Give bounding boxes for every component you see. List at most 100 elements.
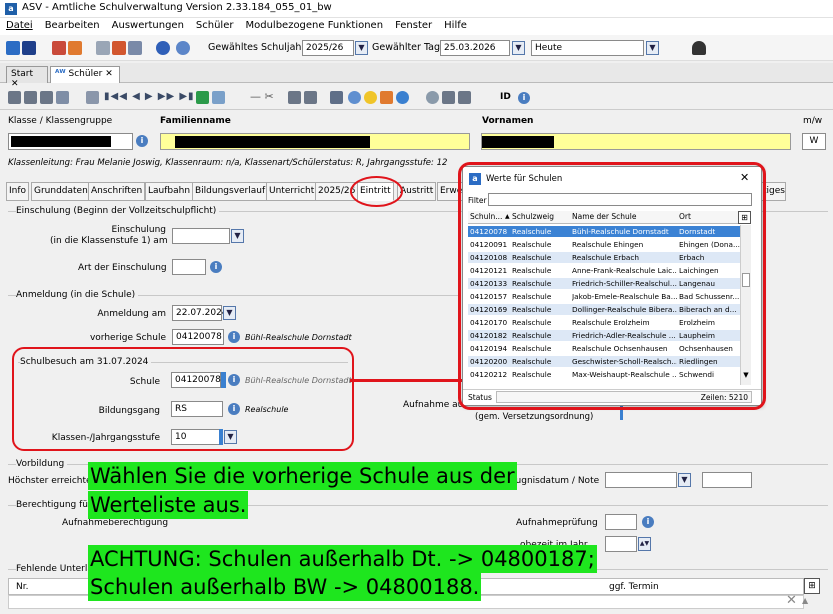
menu-hilfe[interactable]: Hilfe [438,18,473,31]
redacted-block [11,136,111,147]
subtab-bildungsverlauf[interactable]: Bildungsverlauf [192,182,269,201]
menu-modulbezogene[interactable]: Modulbezogene Funktionen [239,18,389,31]
flash-icon[interactable] [128,41,142,55]
chevron-down-icon[interactable]: ▼ [355,41,368,55]
menu-auswertungen[interactable]: Auswertungen [106,18,190,31]
close-icon[interactable]: ✕ [786,594,800,608]
warning-line-2: Schulen außerhalb BW -> 04800188. [88,573,482,601]
familienname-field[interactable] [160,133,470,150]
popup-highlight [458,162,766,410]
export-icon[interactable] [68,41,82,55]
info-icon[interactable]: i [210,261,222,273]
vornamen-field[interactable] [481,133,791,150]
new-icon[interactable] [8,91,21,104]
mw-field[interactable]: W [802,133,826,150]
menu-datei[interactable]: Datei [0,18,39,31]
schuljahr-select[interactable]: 2025/26 [302,40,354,56]
menu-fenster[interactable]: Fenster [389,18,438,31]
heute-select[interactable]: Heute [531,40,644,56]
subtab-anschriften[interactable]: Anschriften [88,182,146,201]
menu-schueler[interactable]: Schüler [190,18,240,31]
aufnahmepruefung-field[interactable] [605,514,637,530]
info-icon[interactable]: i [136,135,148,147]
versetzung-label: (gem. Versetzungsordnung) [475,412,594,422]
chevron-down-icon[interactable]: ▼ [646,41,659,55]
art-einschulung-field[interactable] [172,259,206,275]
chevron-down-icon[interactable]: ▼ [678,473,691,487]
note-field[interactable] [702,472,752,488]
aufnahme-label: Aufnahme au [403,400,464,410]
close-icon[interactable]: ✕ [105,69,113,79]
spinner-icon[interactable]: ▲▼ [638,537,651,551]
print-icon[interactable] [330,91,343,104]
clock-icon[interactable] [396,91,409,104]
klassenleitung-text: Klassenleitung: Frau Melanie Joswig, Kla… [8,158,448,168]
vorherige-schule-name: Bühl-Realschule Dornstadt [245,333,352,342]
hint-line-2: Werteliste aus. [88,491,249,519]
redacted-block [482,136,554,148]
tab-start[interactable]: Start ✕ [6,66,48,89]
tag-icon[interactable] [380,91,393,104]
undo-icon[interactable] [40,91,53,104]
connector-line [350,379,465,382]
subtab-laufbahn[interactable]: Laufbahn [145,182,194,201]
copy-icon[interactable] [288,91,301,104]
grid-icon[interactable] [442,91,455,104]
schuljahr-label: Gewähltes Schuljahr [208,42,306,53]
subtab-grunddaten[interactable]: Grunddaten [31,182,91,201]
id-label: ID [500,92,511,102]
save-icon[interactable] [24,91,37,104]
students-icon: ᴬᵂ [55,69,66,79]
bulb-icon[interactable] [364,91,377,104]
eintritt-highlight [350,176,403,207]
scissors-icon[interactable]: — ✂ [250,90,274,103]
info-icon[interactable]: i [642,516,654,528]
list-icon[interactable] [86,91,99,104]
record-toolbar: ▮◀◀ ◀ ▶ ▶▶ ▶▮ — ✂ ID i [0,86,833,110]
report-icon[interactable] [52,41,66,55]
grid-icon[interactable] [22,41,36,55]
subtab-unterricht[interactable]: Unterricht [266,182,318,201]
navigation-icon[interactable]: ▮◀◀ ◀ ▶ ▶▶ ▶▮ [104,91,195,102]
export-icon[interactable] [458,91,471,104]
chevron-down-icon[interactable]: ▼ [231,229,244,243]
art-einschulung-label: Art der Einschulung [78,263,167,273]
spinner-icon[interactable]: ▲ [802,596,812,606]
vornamen-label: Vornamen [482,116,534,126]
delete-icon[interactable] [56,91,69,104]
info-icon[interactable]: i [228,331,240,343]
column-termin: ggf. Termin [609,582,659,592]
zeugnisdatum-label: eugnisdatum / Note [510,476,600,486]
vorherige-schule-field[interactable]: 04120078 [172,329,224,345]
info-icon[interactable]: i [518,92,530,104]
bell-icon[interactable] [692,41,706,55]
app-icon: a [5,3,17,15]
chevron-down-icon[interactable]: ▼ [223,306,236,320]
anmeldung-label: Anmeldung am [97,309,166,319]
column-chooser-icon[interactable]: ⊞ [804,578,820,594]
zeugnisdatum-field[interactable] [605,472,677,488]
menu-bearbeiten[interactable]: Bearbeiten [39,18,106,31]
probezeit-field[interactable] [605,536,637,552]
hint-line-1: Wählen Sie die vorherige Schule aus der [88,462,517,490]
table-icon[interactable] [212,91,225,104]
klasse-field[interactable] [8,133,133,150]
copy-icon[interactable] [96,41,110,55]
anmeldung-date-field[interactable]: 22.07.2024 [172,305,228,321]
info-icon[interactable] [156,41,170,55]
main-toolbar: Gewähltes Schuljahr 2025/26 ▼ Gewählter … [0,35,833,61]
subtab-info[interactable]: Info [6,182,30,201]
sort-icon[interactable] [196,91,209,104]
einschulung-date-field[interactable] [172,228,230,244]
settings-icon[interactable] [426,91,439,104]
asv-icon[interactable] [6,41,20,55]
edit-icon[interactable] [112,41,126,55]
help-icon[interactable] [176,41,190,55]
redacted-block [175,136,370,148]
tab-schueler[interactable]: ᴬᵂ Schüler ✕ [50,66,120,83]
paste-icon[interactable] [304,91,317,104]
chevron-down-icon[interactable]: ▼ [512,41,525,55]
preview-icon[interactable] [348,91,361,104]
einschulung-section: Einschulung (Beginn der Vollzeitschulpfl… [16,206,220,216]
tag-select[interactable]: 25.03.2026 [440,40,510,56]
